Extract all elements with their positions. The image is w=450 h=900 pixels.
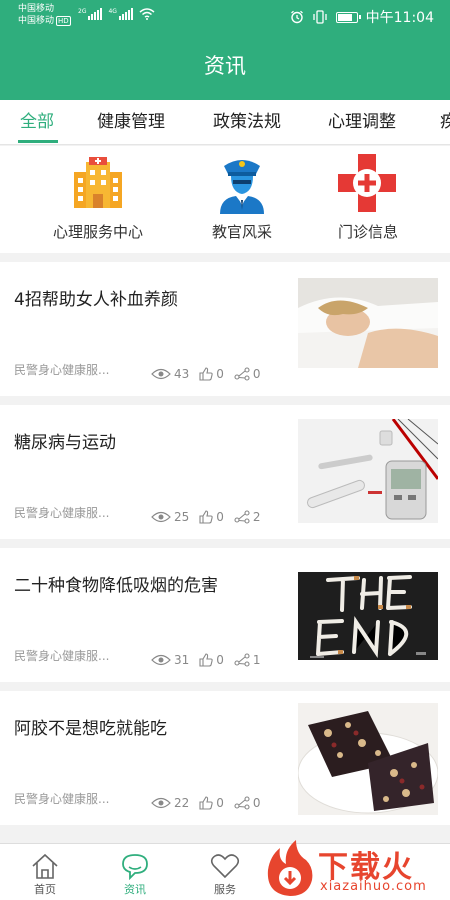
signal-indicators: 2G 4G <box>78 8 155 20</box>
view-count: 43 <box>174 367 190 381</box>
wifi-icon <box>139 8 155 20</box>
thumbs-up-icon[interactable] <box>199 796 213 810</box>
share-icon[interactable] <box>234 510 250 524</box>
share-icon[interactable] <box>234 367 250 381</box>
share-count: 2 <box>252 510 261 524</box>
signal-2-icon: 4G <box>108 8 133 20</box>
article-title: 糖尿病与运动 <box>14 433 116 453</box>
share-icon[interactable] <box>234 796 250 810</box>
tab-all[interactable]: 全部 <box>20 100 54 144</box>
quick-links: 心理服务中心 教官风采 门诊信息 <box>0 146 450 253</box>
quick-link-clinic-info[interactable]: 门诊信息 <box>298 146 438 253</box>
cigarettes-the-end-photo <box>298 572 438 660</box>
eye-icon <box>151 511 171 523</box>
quick-link-psych-center[interactable]: 心理服务中心 <box>28 146 168 253</box>
watermark-url: xiazaihuo.com <box>320 879 427 894</box>
article-source: 民警身心健康服... <box>14 506 110 520</box>
share-count: 0 <box>252 796 261 810</box>
article-thumbnail <box>298 703 438 815</box>
share-count: 1 <box>252 653 261 667</box>
article-card[interactable]: 糖尿病与运动 民警身心健康服... 25 0 2 <box>0 405 450 539</box>
article-title: 阿胶不是想吃就能吃 <box>14 719 167 739</box>
article-thumbnail <box>298 419 438 523</box>
eye-icon <box>151 368 171 380</box>
tab-policy-regulations[interactable]: 政策法规 <box>213 100 281 144</box>
like-count: 0 <box>216 510 224 524</box>
nav-label: 服务 <box>214 883 236 896</box>
nav-label: 首页 <box>34 883 56 896</box>
nav-home[interactable]: 首页 <box>0 844 90 900</box>
nav-service[interactable]: 服务 <box>180 844 270 900</box>
article-title: 4招帮助女人补血养颜 <box>14 290 178 310</box>
chat-bubble-icon <box>122 854 148 880</box>
article-stats: 22 0 0 <box>151 796 271 810</box>
thumbs-up-icon[interactable] <box>199 653 213 667</box>
article-thumbnail <box>298 572 438 660</box>
building-icon <box>74 157 122 208</box>
eye-icon <box>151 797 171 809</box>
article-card[interactable]: 二十种食物降低吸烟的危害 民警身心健康服... 31 0 1 <box>0 548 450 682</box>
heart-icon <box>210 854 240 879</box>
view-count: 22 <box>174 796 190 810</box>
tab-disease[interactable]: 疾 <box>440 100 450 144</box>
article-stats: 25 0 2 <box>151 510 271 524</box>
hd-badge: HD <box>56 16 71 26</box>
nav-news[interactable]: 资讯 <box>90 844 180 900</box>
article-stats: 43 0 0 <box>151 367 271 381</box>
article-source: 民警身心健康服... <box>14 649 110 663</box>
glucose-meter-photo <box>298 419 438 523</box>
quick-link-label: 教官风采 <box>211 223 272 241</box>
carrier-2: 中国移动 <box>18 16 55 26</box>
home-icon <box>32 853 58 879</box>
sleeping-woman-photo <box>298 278 438 368</box>
like-count: 0 <box>216 367 224 381</box>
article-card[interactable]: 4招帮助女人补血养颜 民警身心健康服... 43 0 0 <box>0 262 450 396</box>
view-count: 25 <box>174 510 190 524</box>
alarm-icon <box>290 10 303 24</box>
carrier-info: 中国移动 中国移动 HD <box>18 3 71 27</box>
article-source: 民警身心健康服... <box>14 792 110 806</box>
article-stats: 31 0 1 <box>151 653 271 667</box>
thumbs-up-icon[interactable] <box>199 510 213 524</box>
quick-link-instructors[interactable]: 教官风采 <box>172 146 312 253</box>
flame-logo-icon <box>267 840 313 896</box>
article-source: 民警身心健康服... <box>14 363 110 377</box>
category-tabs: 全部 健康管理 政策法规 心理调整 疾 <box>0 100 450 145</box>
share-count: 0 <box>252 367 261 381</box>
thumbs-up-icon[interactable] <box>199 367 213 381</box>
clock: 中午11:04 <box>365 10 434 26</box>
eye-icon <box>151 654 171 666</box>
nav-label: 资讯 <box>124 883 146 896</box>
status-bar: 中国移动 中国移动 HD 2G 4G 中午11:04 <box>0 0 450 30</box>
article-card[interactable]: 阿胶不是想吃就能吃 民警身心健康服... 22 0 0 <box>0 691 450 825</box>
active-tab-indicator <box>18 140 58 143</box>
page-title: 资讯 <box>0 30 450 100</box>
share-icon[interactable] <box>234 653 250 667</box>
watermark-logo: 下载火 xiazaihuo.com <box>262 838 450 900</box>
vibrate-icon <box>312 10 327 24</box>
battery-icon <box>335 11 361 23</box>
article-title: 二十种食物降低吸烟的危害 <box>14 576 218 596</box>
article-thumbnail <box>298 278 438 368</box>
tab-mental-adjustment[interactable]: 心理调整 <box>328 100 396 144</box>
tab-health-management[interactable]: 健康管理 <box>97 100 165 144</box>
police-officer-icon <box>220 160 264 214</box>
quick-link-label: 门诊信息 <box>337 223 398 241</box>
quick-link-label: 心理服务中心 <box>52 223 143 241</box>
carrier-1: 中国移动 <box>18 4 55 14</box>
view-count: 31 <box>174 653 190 667</box>
ejiao-cake-photo <box>298 703 438 815</box>
like-count: 0 <box>216 796 224 810</box>
signal-1-icon: 2G <box>78 8 103 20</box>
like-count: 0 <box>216 653 224 667</box>
medical-cross-icon <box>338 154 396 212</box>
